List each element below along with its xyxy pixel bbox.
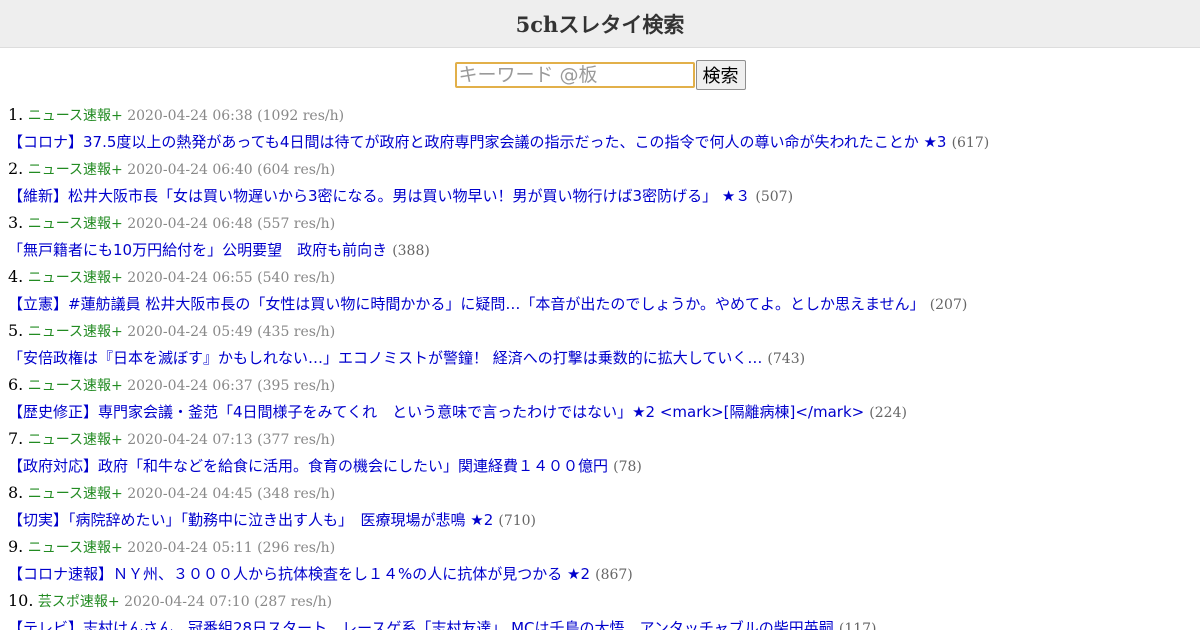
thread-title-line: 【歴史修正】専門家会議・釜范「4日間様子をみてくれ という意味で言ったわけではな… bbox=[8, 398, 1200, 426]
thread-title-link[interactable]: 【政府対応】政府「和牛などを給食に活用。食育の機会にしたい」関連経費１４００億円 bbox=[8, 457, 608, 475]
thread-title-link[interactable]: 【維新】松井大阪市長「女は買い物遅いから3密になる。男は買い物早い！男が買い物行… bbox=[8, 187, 750, 205]
site-header: 5chスレタイ検索 bbox=[0, 0, 1200, 48]
thread-item: 7. ニュース速報+ 2020-04-24 07:13 (377 res/h) 【… bbox=[8, 426, 1200, 480]
thread-res-count: (117) bbox=[838, 621, 877, 630]
site-title[interactable]: 5chスレタイ検索 bbox=[516, 9, 685, 39]
board-link[interactable]: ニュース速報+ bbox=[28, 486, 123, 502]
thread-title-link[interactable]: 【歴史修正】専門家会議・釜范「4日間様子をみてくれ という意味で言ったわけではな… bbox=[8, 403, 864, 421]
thread-meta: 9. ニュース速報+ 2020-04-24 05:11 (296 res/h) bbox=[8, 534, 1200, 560]
thread-title-line: 【政府対応】政府「和牛などを給食に活用。食育の機会にしたい」関連経費１４００億円… bbox=[8, 452, 1200, 480]
thread-res-count: (388) bbox=[392, 243, 430, 259]
thread-item: 9. ニュース速報+ 2020-04-24 05:11 (296 res/h) 【… bbox=[8, 534, 1200, 588]
thread-datetime: 2020-04-24 06:38 bbox=[127, 108, 253, 124]
thread-title-link[interactable]: 「無戸籍者にも10万円給付を」公明要望 政府も前向き bbox=[8, 241, 387, 259]
thread-meta: 10. 芸スポ速報+ 2020-04-24 07:10 (287 res/h) bbox=[8, 588, 1200, 614]
thread-title-line: 【コロナ】37.5度以上の熱発があっても4日間は待てが政府と政府専門家会議の指示… bbox=[8, 128, 1200, 156]
thread-rank: 8. bbox=[8, 483, 24, 502]
thread-item: 6. ニュース速報+ 2020-04-24 06:37 (395 res/h) 【… bbox=[8, 372, 1200, 426]
thread-datetime: 2020-04-24 06:37 bbox=[127, 378, 253, 394]
thread-title-link[interactable]: 「安倍政権は『日本を滅ぼす』かもしれない…」エコノミストが警鐘！ 経済への打撃は… bbox=[8, 349, 762, 367]
thread-res-count: (867) bbox=[595, 567, 633, 583]
thread-rate: (604 res/h) bbox=[257, 162, 336, 178]
thread-res-count: (743) bbox=[767, 351, 806, 367]
board-link[interactable]: ニュース速報+ bbox=[28, 108, 123, 124]
thread-rank: 5. bbox=[8, 321, 24, 340]
thread-datetime: 2020-04-24 05:49 bbox=[127, 324, 253, 340]
thread-rank: 1. bbox=[8, 105, 24, 124]
board-link[interactable]: ニュース速報+ bbox=[28, 324, 123, 340]
thread-list: 1. ニュース速報+ 2020-04-24 06:38 (1092 res/h)… bbox=[0, 102, 1200, 630]
thread-rate: (348 res/h) bbox=[257, 486, 336, 502]
board-link[interactable]: ニュース速報+ bbox=[28, 270, 123, 286]
thread-item: 2. ニュース速報+ 2020-04-24 06:40 (604 res/h) 【… bbox=[8, 156, 1200, 210]
thread-rank: 7. bbox=[8, 429, 24, 448]
board-link[interactable]: ニュース速報+ bbox=[28, 540, 123, 556]
thread-res-count: (224) bbox=[869, 405, 907, 421]
thread-meta: 5. ニュース速報+ 2020-04-24 05:49 (435 res/h) bbox=[8, 318, 1200, 344]
thread-title-link[interactable]: 【コロナ速報】ＮＹ州、３０００人から抗体検査をし１４%の人に抗体が見つかる ★2 bbox=[8, 565, 590, 583]
thread-rate: (287 res/h) bbox=[254, 594, 333, 610]
thread-title-link[interactable]: 【立憲】#蓮舫議員 松井大阪市長の「女性は買い物に時間かかる」に疑問…「本音が出… bbox=[8, 295, 925, 313]
thread-meta: 4. ニュース速報+ 2020-04-24 06:55 (540 res/h) bbox=[8, 264, 1200, 290]
thread-rate: (540 res/h) bbox=[257, 270, 336, 286]
thread-item: 10. 芸スポ速報+ 2020-04-24 07:10 (287 res/h) 【… bbox=[8, 588, 1200, 630]
thread-res-count: (507) bbox=[755, 189, 794, 205]
thread-meta: 8. ニュース速報+ 2020-04-24 04:45 (348 res/h) bbox=[8, 480, 1200, 506]
thread-title-line: 【コロナ速報】ＮＹ州、３０００人から抗体検査をし１４%の人に抗体が見つかる ★2… bbox=[8, 560, 1200, 588]
thread-item: 3. ニュース速報+ 2020-04-24 06:48 (557 res/h) 「… bbox=[8, 210, 1200, 264]
search-form: 検索 bbox=[0, 59, 1200, 90]
thread-rate: (296 res/h) bbox=[257, 540, 336, 556]
thread-title-link[interactable]: 【コロナ】37.5度以上の熱発があっても4日間は待てが政府と政府専門家会議の指示… bbox=[8, 133, 946, 151]
thread-title-line: 「無戸籍者にも10万円給付を」公明要望 政府も前向き (388) bbox=[8, 236, 1200, 264]
search-input[interactable] bbox=[454, 61, 695, 88]
thread-title-link[interactable]: 【テレビ】志村けんさん 冠番組28日スタート レースゲ系「志村友達」 MCは千鳥… bbox=[8, 619, 834, 630]
thread-rate: (435 res/h) bbox=[257, 324, 336, 340]
board-link[interactable]: ニュース速報+ bbox=[28, 432, 123, 448]
thread-title-line: 【テレビ】志村けんさん 冠番組28日スタート レースゲ系「志村友達」 MCは千鳥… bbox=[8, 614, 1200, 630]
thread-res-count: (617) bbox=[951, 135, 990, 151]
thread-datetime: 2020-04-24 05:11 bbox=[127, 540, 253, 556]
thread-item: 4. ニュース速報+ 2020-04-24 06:55 (540 res/h) 【… bbox=[8, 264, 1200, 318]
thread-meta: 2. ニュース速報+ 2020-04-24 06:40 (604 res/h) bbox=[8, 156, 1200, 182]
thread-datetime: 2020-04-24 06:48 bbox=[127, 216, 253, 232]
board-link[interactable]: ニュース速報+ bbox=[28, 162, 123, 178]
board-link[interactable]: ニュース速報+ bbox=[28, 216, 123, 232]
thread-res-count: (78) bbox=[613, 459, 642, 475]
thread-title-link[interactable]: 【切実】「病院辞めたい」「勤務中に泣き出す人も」 医療現場が悲鳴 ★2 bbox=[8, 511, 493, 529]
thread-datetime: 2020-04-24 07:13 bbox=[127, 432, 253, 448]
thread-rank: 2. bbox=[8, 159, 24, 178]
thread-rate: (377 res/h) bbox=[257, 432, 336, 448]
thread-item: 8. ニュース速報+ 2020-04-24 04:45 (348 res/h) 【… bbox=[8, 480, 1200, 534]
thread-item: 1. ニュース速報+ 2020-04-24 06:38 (1092 res/h)… bbox=[8, 102, 1200, 156]
thread-rate: (557 res/h) bbox=[257, 216, 336, 232]
thread-rate: (1092 res/h) bbox=[257, 108, 345, 124]
thread-datetime: 2020-04-24 04:45 bbox=[127, 486, 253, 502]
thread-rank: 4. bbox=[8, 267, 24, 286]
thread-item: 5. ニュース速報+ 2020-04-24 05:49 (435 res/h) 「… bbox=[8, 318, 1200, 372]
thread-datetime: 2020-04-24 06:55 bbox=[127, 270, 253, 286]
thread-res-count: (207) bbox=[929, 297, 968, 313]
thread-rank: 10. bbox=[8, 591, 34, 610]
thread-rank: 9. bbox=[8, 537, 24, 556]
thread-title-line: 【維新】松井大阪市長「女は買い物遅いから3密になる。男は買い物早い！男が買い物行… bbox=[8, 182, 1200, 210]
board-link[interactable]: 芸スポ速報+ bbox=[38, 594, 120, 610]
thread-meta: 7. ニュース速報+ 2020-04-24 07:13 (377 res/h) bbox=[8, 426, 1200, 452]
thread-title-line: 【切実】「病院辞めたい」「勤務中に泣き出す人も」 医療現場が悲鳴 ★2 (710… bbox=[8, 506, 1200, 534]
thread-meta: 3. ニュース速報+ 2020-04-24 06:48 (557 res/h) bbox=[8, 210, 1200, 236]
thread-res-count: (710) bbox=[498, 513, 537, 529]
thread-datetime: 2020-04-24 07:10 bbox=[124, 594, 250, 610]
thread-meta: 1. ニュース速報+ 2020-04-24 06:38 (1092 res/h) bbox=[8, 102, 1200, 128]
search-button[interactable]: 検索 bbox=[695, 59, 746, 90]
thread-title-line: 【立憲】#蓮舫議員 松井大阪市長の「女性は買い物に時間かかる」に疑問…「本音が出… bbox=[8, 290, 1200, 318]
thread-rank: 6. bbox=[8, 375, 24, 394]
thread-datetime: 2020-04-24 06:40 bbox=[127, 162, 253, 178]
board-link[interactable]: ニュース速報+ bbox=[28, 378, 123, 394]
thread-meta: 6. ニュース速報+ 2020-04-24 06:37 (395 res/h) bbox=[8, 372, 1200, 398]
thread-rank: 3. bbox=[8, 213, 24, 232]
thread-title-line: 「安倍政権は『日本を滅ぼす』かもしれない…」エコノミストが警鐘！ 経済への打撃は… bbox=[8, 344, 1200, 372]
thread-rate: (395 res/h) bbox=[257, 378, 336, 394]
